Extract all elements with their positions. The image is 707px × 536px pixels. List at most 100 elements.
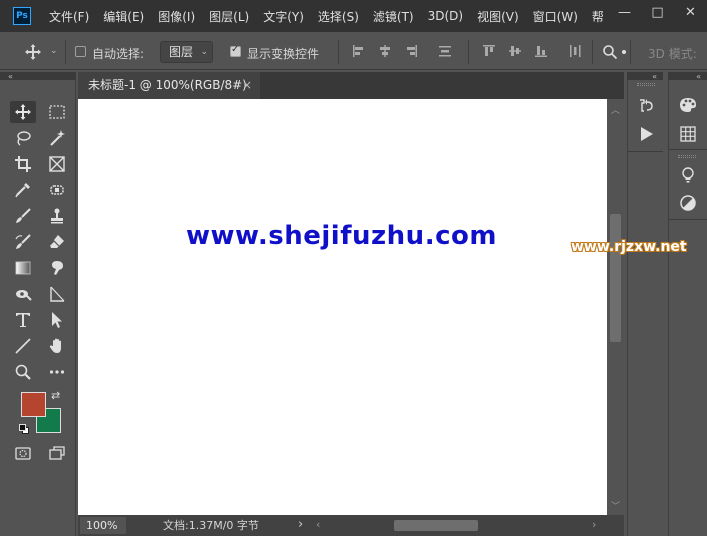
zoom-tool[interactable] (10, 361, 36, 383)
watermark: www.rjzxw.net (571, 239, 687, 255)
scroll-right-icon[interactable]: › (592, 518, 596, 531)
align-bottom-icon[interactable] (534, 44, 548, 58)
move-tool[interactable] (10, 101, 36, 123)
dot-icon (622, 50, 626, 54)
learn-panel-button[interactable] (677, 164, 699, 186)
default-colors-icon[interactable] (19, 424, 29, 434)
vertical-scroll-thumb[interactable] (610, 214, 621, 342)
search-icon[interactable] (602, 44, 618, 60)
show-transform-checkbox[interactable] (230, 44, 241, 57)
align-hcenter-icon[interactable] (378, 44, 392, 58)
menu-image[interactable]: 图像(I) (158, 8, 195, 25)
distribute-horizontal-icon[interactable] (568, 44, 582, 58)
panel-group-learn (669, 152, 707, 220)
eyedropper-tool[interactable] (10, 179, 36, 201)
line-tool[interactable] (10, 335, 36, 357)
smudge-tool[interactable] (44, 257, 70, 279)
distribute-vertical-icon[interactable] (438, 44, 452, 58)
menu-layer[interactable]: 图层(L) (209, 8, 249, 25)
frame-tool[interactable] (44, 153, 70, 175)
menu-select[interactable]: 选择(S) (318, 8, 359, 25)
horizontal-scrollbar[interactable]: ‹ › (308, 517, 606, 534)
document-info[interactable]: 文档:1.37M/0 字节 (163, 515, 259, 536)
close-button[interactable]: ✕ (674, 0, 707, 24)
scroll-left-icon[interactable]: ‹ (316, 518, 320, 531)
spot-healing-tool[interactable] (44, 179, 70, 201)
stamp-icon (51, 208, 63, 224)
quick-mask-button[interactable] (10, 442, 36, 464)
menu-bar: Ps 文件(F) 编辑(E) 图像(I) 图层(L) 文字(Y) 选择(S) 滤… (0, 0, 707, 32)
align-vcenter-icon[interactable] (508, 44, 522, 58)
more-tools[interactable] (44, 361, 70, 383)
move-tool-preset-icon[interactable] (24, 43, 42, 61)
palette-icon (680, 98, 696, 112)
auto-select-checkbox[interactable] (75, 46, 86, 57)
maximize-button[interactable]: □ (641, 0, 674, 24)
move-icon (15, 104, 31, 120)
adjustments-panel-button[interactable] (677, 192, 699, 214)
swatches-panel-button[interactable] (677, 123, 699, 145)
vertical-scrollbar[interactable]: ︿ ﹀ (607, 99, 624, 515)
gradient-icon (15, 261, 31, 275)
dodge-tool[interactable] (10, 283, 36, 305)
scroll-up-icon[interactable]: ︿ (611, 103, 620, 116)
menu-window[interactable]: 窗口(W) (533, 8, 578, 25)
adjustments-icon (680, 195, 696, 211)
gradient-tool[interactable] (10, 257, 36, 279)
grid-icon (680, 126, 696, 142)
history-brush-tool[interactable] (10, 231, 36, 253)
align-left-icon[interactable] (352, 44, 366, 58)
scroll-down-icon[interactable]: ﹀ (611, 499, 620, 512)
menu-file[interactable]: 文件(F) (49, 8, 89, 25)
pen-angle-icon (50, 286, 65, 302)
crop-icon (15, 156, 31, 172)
color-panel-button[interactable] (677, 94, 699, 116)
divider (468, 40, 469, 64)
zoom-level-field[interactable]: 100% (80, 517, 126, 534)
lasso-tool[interactable] (10, 127, 36, 149)
screen-mode-button[interactable] (44, 442, 70, 464)
align-right-icon[interactable] (404, 44, 418, 58)
menu-filter[interactable]: 滤镜(T) (373, 8, 414, 25)
menu-3d[interactable]: 3D(D) (428, 9, 463, 23)
panel-grip[interactable] (678, 155, 696, 158)
clone-stamp-tool[interactable] (44, 205, 70, 227)
brush-tool[interactable] (10, 205, 36, 227)
chevron-down-icon[interactable]: ⌄ (50, 46, 58, 56)
play-icon (641, 127, 653, 141)
direct-selection-tool[interactable] (44, 309, 70, 331)
canvas-area: www.shejifuzhu.com ︿ ﹀ (78, 99, 624, 515)
marquee-tool[interactable] (44, 101, 70, 123)
magic-wand-tool[interactable] (44, 127, 70, 149)
swap-colors-icon[interactable]: ⇄ (51, 389, 60, 402)
layer-select[interactable]: 图层 ⌄ (160, 41, 213, 63)
hand-tool[interactable] (44, 335, 70, 357)
actions-panel-button[interactable] (635, 123, 657, 145)
collapsed-panel-column-1 (627, 80, 663, 536)
canvas-text-layer[interactable]: www.shejifuzhu.com (186, 221, 497, 251)
menu-view[interactable]: 视图(V) (477, 8, 519, 25)
menu-edit[interactable]: 编辑(E) (103, 8, 144, 25)
lightbulb-icon (682, 167, 694, 183)
dodge-icon (16, 290, 32, 301)
minimize-button[interactable]: — (608, 0, 641, 24)
status-menu-arrow[interactable]: › (298, 517, 303, 532)
foreground-color-swatch[interactable] (21, 392, 46, 417)
bandage-icon (50, 185, 64, 195)
eraser-tool[interactable] (44, 231, 70, 253)
path-selection-tool[interactable] (44, 283, 70, 305)
close-tab-icon[interactable]: × (242, 72, 252, 99)
collapsed-panel-column-2 (668, 80, 707, 536)
crop-tool[interactable] (10, 153, 36, 175)
history-panel-button[interactable] (635, 95, 657, 117)
menu-help[interactable]: 帮 (592, 8, 604, 25)
arrow-cursor-icon (52, 312, 62, 328)
menu-type[interactable]: 文字(Y) (263, 8, 304, 25)
align-top-icon[interactable] (482, 44, 496, 58)
document-canvas[interactable]: www.shejifuzhu.com (78, 99, 607, 515)
panel-group-color (669, 80, 707, 150)
type-tool[interactable] (10, 309, 36, 331)
panel-grip[interactable] (637, 83, 655, 86)
horizontal-scroll-thumb[interactable] (394, 520, 478, 531)
document-tab[interactable]: 未标题-1 @ 100%(RGB/8#) × (78, 72, 260, 99)
